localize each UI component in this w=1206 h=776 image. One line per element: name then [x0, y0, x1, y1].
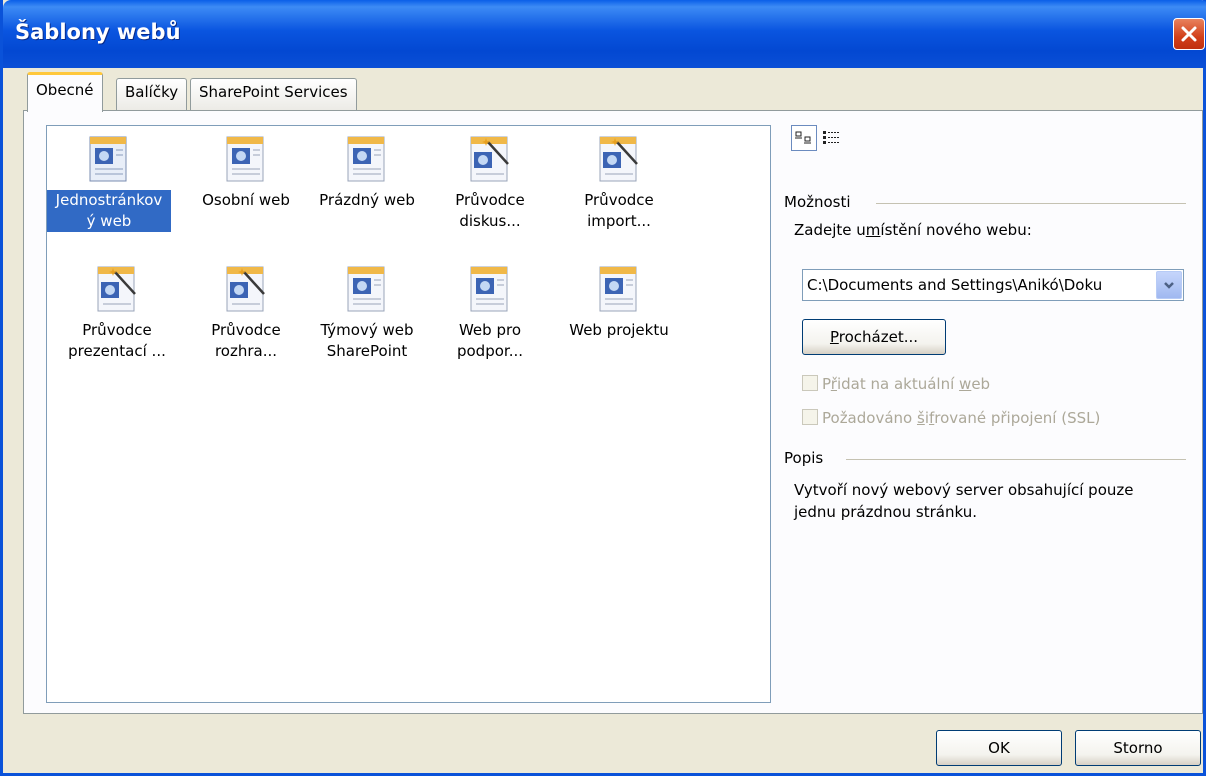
title-bar[interactable]: Šablony webů	[3, 0, 1206, 68]
close-button[interactable]	[1173, 18, 1205, 50]
tab-panel-general: Jednostránkov ý web Osobní web Prázdný w…	[23, 110, 1203, 714]
template-label: Průvodce import...	[584, 191, 654, 230]
template-interface-wizard[interactable]: Průvodce rozhra...	[184, 264, 308, 362]
tab-label: SharePoint Services	[199, 83, 348, 101]
wizard-icon	[470, 136, 509, 182]
tab-general[interactable]: Obecné	[27, 72, 103, 112]
location-combobox[interactable]: C:\Documents and Settings\Anikó\Doku	[802, 269, 1184, 301]
large-icons-view-button[interactable]	[791, 125, 817, 151]
template-sharepoint-team-web[interactable]: Týmový web SharePoint	[305, 264, 429, 362]
checkbox-box[interactable]	[802, 409, 818, 425]
template-import-wizard[interactable]: Průvodce import...	[557, 134, 681, 232]
web-page-icon	[347, 136, 385, 182]
template-discussion-wizard[interactable]: Průvodce diskus...	[428, 134, 552, 232]
template-empty-web[interactable]: Prázdný web	[305, 134, 429, 211]
tab-sharepoint-services[interactable]: SharePoint Services	[190, 78, 357, 110]
web-page-icon	[599, 266, 637, 312]
template-single-page-web[interactable]: Jednostránkov ý web	[47, 134, 171, 232]
dialog-title: Šablony webů	[15, 20, 181, 44]
browse-button[interactable]: Procházet...	[802, 319, 946, 355]
template-label: Týmový web SharePoint	[320, 321, 414, 360]
template-project-web[interactable]: Web projektu	[557, 264, 681, 341]
wizard-icon	[97, 266, 136, 312]
web-page-icon	[89, 136, 127, 182]
template-label: Prázdný web	[319, 191, 415, 209]
location-value[interactable]: C:\Documents and Settings\Anikó\Doku	[807, 276, 1153, 294]
tab-label: Balíčky	[125, 83, 179, 101]
template-label: Jednostránkov ý web	[47, 190, 171, 232]
template-label: Web projektu	[569, 321, 669, 339]
list-view-icon	[823, 131, 839, 144]
close-icon	[1181, 26, 1197, 42]
web-page-icon	[226, 136, 264, 182]
template-description: Vytvoří nový webový server obsahující po…	[794, 481, 1134, 521]
wizard-icon	[226, 266, 265, 312]
template-label: Web pro podpor...	[456, 321, 523, 360]
large-icons-icon	[795, 131, 811, 144]
tab-packages[interactable]: Balíčky	[116, 78, 188, 110]
checkbox-box[interactable]	[802, 375, 818, 391]
ok-button[interactable]: OK	[936, 730, 1062, 766]
template-label: Průvodce prezentací ...	[68, 321, 166, 360]
description-separator	[846, 459, 1186, 460]
location-prompt: Zadejte umístění nového webu:	[794, 221, 1032, 239]
template-label: Osobní web	[202, 191, 290, 209]
web-page-icon	[347, 266, 385, 312]
template-support-web[interactable]: Web pro podpor...	[428, 264, 552, 362]
combo-dropdown-button[interactable]	[1156, 271, 1182, 299]
ssl-required-checkbox[interactable]: Požadováno šifrované připojení (SSL)	[802, 409, 1100, 431]
description-section-label: Popis	[784, 449, 824, 467]
template-label: Průvodce diskus...	[455, 191, 525, 230]
tab-label: Obecné	[36, 81, 94, 99]
wizard-icon	[599, 136, 638, 182]
options-separator	[876, 203, 1186, 204]
options-section-label: Možnosti	[784, 193, 851, 211]
template-list[interactable]: Jednostránkov ý web Osobní web Prázdný w…	[46, 125, 771, 703]
cancel-button[interactable]: Storno	[1075, 730, 1201, 766]
add-to-current-web-checkbox[interactable]: Přidat na aktuální web	[802, 375, 990, 397]
list-view-button[interactable]	[818, 125, 844, 151]
template-personal-web[interactable]: Osobní web	[184, 134, 308, 211]
web-page-icon	[470, 266, 508, 312]
dialog-window: Šablony webů Obecné Balíčky SharePoint S…	[0, 0, 1206, 776]
template-presentation-wizard[interactable]: Průvodce prezentací ...	[55, 264, 179, 362]
template-label: Průvodce rozhra...	[211, 321, 281, 360]
chevron-down-icon	[1164, 282, 1174, 289]
